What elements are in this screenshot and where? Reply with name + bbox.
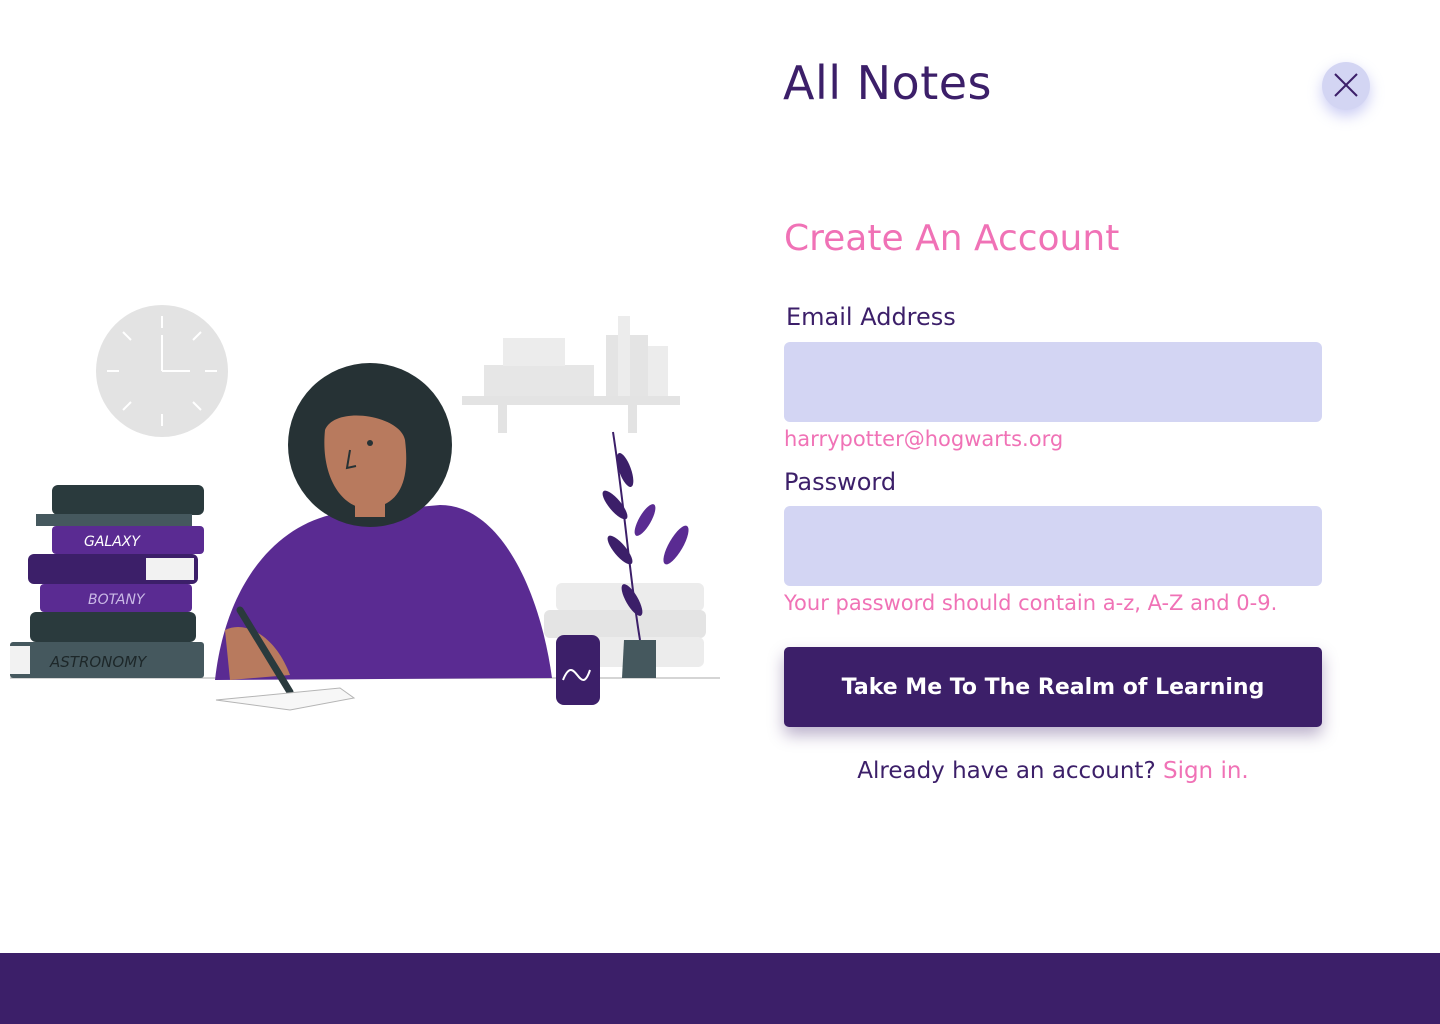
coffee-mug (556, 635, 600, 705)
signin-prompt: Already have an account? (857, 758, 1156, 784)
footer-bar (0, 953, 1440, 1024)
book-label-astronomy: ASTRONOMY (49, 653, 148, 671)
close-button[interactable] (1322, 62, 1370, 110)
wall-shelf (462, 316, 680, 433)
email-helper-text: harrypotter@hogwarts.org (784, 427, 1064, 451)
password-input[interactable] (784, 506, 1322, 586)
password-label: Password (784, 468, 897, 496)
book-stack (10, 485, 204, 678)
wall-clock (96, 305, 228, 437)
email-label: Email Address (786, 303, 956, 331)
signin-row: Already have an account? Sign in. (784, 758, 1322, 784)
study-illustration: GALAXY BOTANY ASTRONOMY (10, 305, 720, 711)
close-icon (1333, 72, 1359, 101)
form-heading: Create An Account (784, 218, 1120, 259)
password-helper-text: Your password should contain a-z, A-Z an… (784, 591, 1278, 615)
signin-link[interactable]: Sign in. (1163, 758, 1249, 784)
book-label-botany: BOTANY (88, 592, 146, 608)
create-account-button[interactable]: Take Me To The Realm of Learning (784, 647, 1322, 727)
app-title: All Notes (783, 56, 993, 110)
book-label-galaxy: GALAXY (84, 534, 141, 550)
email-input[interactable] (784, 342, 1322, 422)
